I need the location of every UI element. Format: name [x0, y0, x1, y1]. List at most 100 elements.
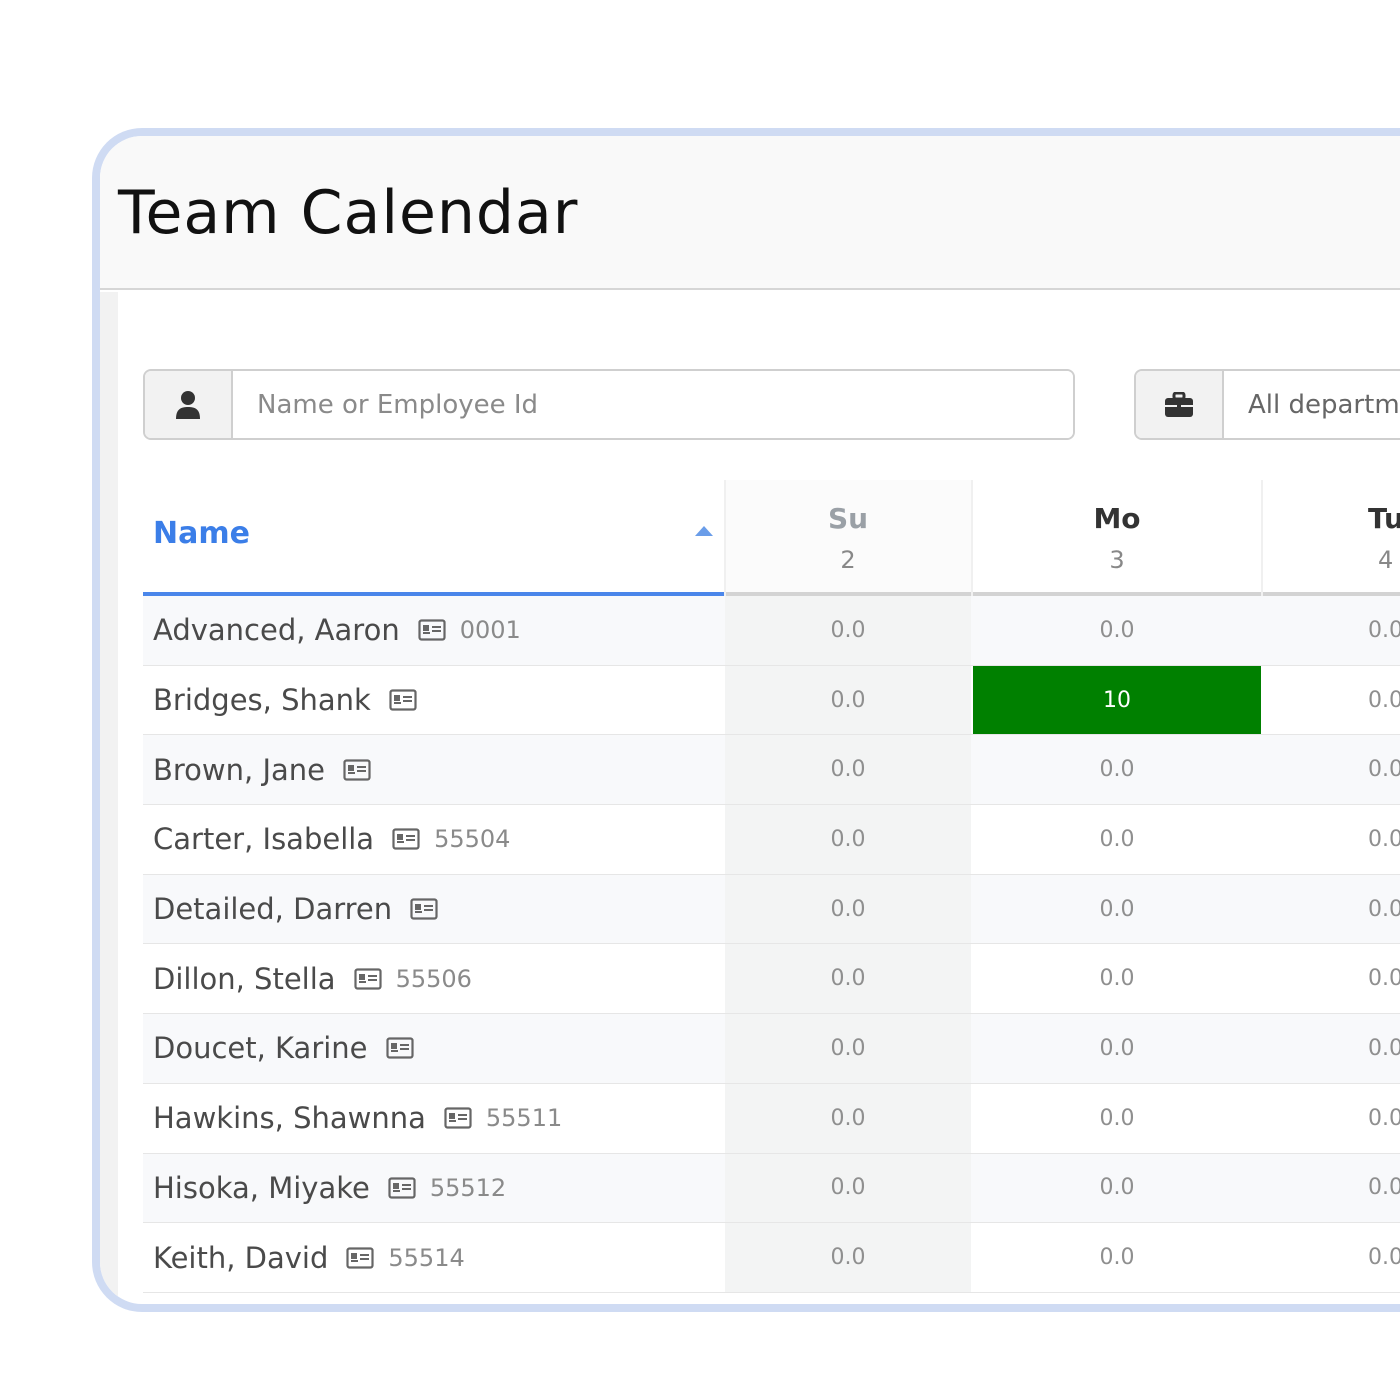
table-row[interactable]: Advanced, Aaron 0001 0.0 0.0 0.0: [143, 596, 1400, 666]
id-card-icon: [343, 759, 371, 781]
name-header-label: Name: [153, 516, 250, 551]
table-row[interactable]: Keith, David 55514 0.0 0.0 0.0: [143, 1223, 1400, 1293]
day-value-cell[interactable]: 0.0: [973, 735, 1261, 804]
employee-name[interactable]: Bridges, Shank: [153, 683, 371, 717]
name-column-header[interactable]: Name: [143, 480, 725, 596]
day-of-week: Mo: [1093, 502, 1141, 535]
employee-name[interactable]: Advanced, Aaron: [153, 613, 400, 647]
day-value-cell[interactable]: 0.0: [725, 1083, 971, 1153]
id-card-icon: [410, 898, 438, 920]
day-value-cell[interactable]: 0.0: [973, 805, 1261, 874]
id-card-icon: [418, 619, 446, 641]
id-card-icon: [385, 1037, 414, 1060]
day-value-cell[interactable]: 0.0: [725, 944, 971, 1014]
day-value-cell[interactable]: 0.0: [973, 1223, 1261, 1292]
employee-name[interactable]: Doucet, Karine: [153, 1031, 368, 1065]
employee-name-cell: Carter, Isabella 55504: [143, 805, 725, 874]
table-row[interactable]: Hawkins, Shawnna 55511 0.0 0.0 0.0: [143, 1083, 1400, 1154]
day-header-su: Su 2: [725, 480, 971, 596]
employee-name[interactable]: Carter, Isabella: [153, 822, 374, 856]
left-rail: [100, 292, 118, 1304]
user-icon: [145, 371, 233, 438]
sort-ascending-icon: [695, 526, 713, 536]
department-select[interactable]: All departm: [1134, 369, 1400, 440]
employee-name[interactable]: Brown, Jane: [153, 753, 325, 787]
day-value-cell[interactable]: 0.0: [725, 1014, 971, 1083]
employee-name[interactable]: Hawkins, Shawnna: [153, 1101, 426, 1135]
search-input[interactable]: [233, 371, 1073, 438]
day-value-cell[interactable]: 0.0: [973, 596, 1261, 665]
day-value-cell[interactable]: 0.0: [973, 1014, 1261, 1083]
column-divider: [971, 480, 973, 596]
calendar-table: Name Su 2 Mo 3 Tu 4 Advanced, Aaron 0001 0…: [143, 480, 1400, 1293]
day-value-cell[interactable]: 0.0: [1263, 1084, 1400, 1153]
day-value-cell[interactable]: 0.0: [725, 1153, 971, 1223]
table-header: Name Su 2 Mo 3 Tu 4: [143, 480, 1400, 596]
employee-id: 0001: [459, 616, 521, 645]
table-row[interactable]: Carter, Isabella 55504 0.0 0.0 0.0: [143, 805, 1400, 875]
day-value-cell[interactable]: 0.0: [1263, 1154, 1400, 1223]
day-number: 3: [1109, 546, 1125, 574]
team-calendar-card: Team Calendar All departm Name: [92, 128, 1400, 1312]
id-card-icon: [389, 689, 417, 711]
day-header-mo: Mo 3: [973, 480, 1261, 596]
day-value-cell[interactable]: 0.0: [1263, 805, 1400, 874]
day-value-cell[interactable]: 0.0: [1263, 666, 1400, 735]
search-group: [143, 369, 1075, 440]
day-value-cell[interactable]: 10: [973, 665, 1261, 735]
day-value-cell[interactable]: 0.0: [1263, 596, 1400, 665]
table-row[interactable]: Dillon, Stella 55506 0.0 0.0 0.0: [143, 944, 1400, 1015]
employee-name[interactable]: Detailed, Darren: [153, 892, 392, 926]
day-value-cell[interactable]: 0.0: [1263, 1014, 1400, 1083]
day-value-cell[interactable]: 0.0: [1263, 944, 1400, 1013]
day-value-cell[interactable]: 0.0: [725, 874, 971, 944]
page-title: Team Calendar: [118, 178, 579, 248]
employee-name[interactable]: Keith, David: [153, 1241, 328, 1275]
id-card-icon: [353, 968, 382, 990]
day-number: 4: [1378, 546, 1394, 574]
employee-id: 55506: [395, 964, 472, 993]
employee-id: 55512: [429, 1173, 507, 1202]
day-value-cell[interactable]: 0.0: [725, 1223, 971, 1292]
table-row[interactable]: Doucet, Karine 0.0 0.0 0.0: [143, 1014, 1400, 1084]
day-value-cell[interactable]: 0.0: [973, 1084, 1261, 1153]
table-body: Advanced, Aaron 0001 0.0 0.0 0.0 Bridges, Sha…: [143, 596, 1400, 1293]
day-value-cell[interactable]: 0.0: [1263, 735, 1400, 804]
day-number: 2: [840, 546, 856, 574]
employee-name-cell: Brown, Jane: [143, 735, 725, 804]
employee-name-cell: Advanced, Aaron 0001: [143, 596, 725, 665]
table-row[interactable]: Hisoka, Miyake 55512 0.0 0.0 0.0: [143, 1153, 1400, 1224]
day-value-cell[interactable]: 0.0: [973, 875, 1261, 944]
briefcase-icon: [1136, 371, 1224, 438]
employee-id: 55511: [485, 1104, 563, 1133]
day-value-cell[interactable]: 0.0: [725, 596, 971, 665]
employee-name[interactable]: Dillon, Stella: [153, 962, 336, 996]
day-value-cell[interactable]: 0.0: [1263, 875, 1400, 944]
day-value-cell[interactable]: 0.0: [725, 665, 971, 735]
table-row[interactable]: Brown, Jane 0.0 0.0 0.0: [143, 735, 1400, 806]
day-value-cell[interactable]: 0.0: [725, 735, 971, 805]
employee-name-cell: Doucet, Karine: [143, 1014, 725, 1083]
day-value-cell[interactable]: 0.0: [973, 944, 1261, 1013]
employee-name-cell: Dillon, Stella 55506: [143, 944, 725, 1013]
day-header-tu: Tu 4: [1263, 480, 1400, 596]
column-divider: [1261, 480, 1263, 596]
employee-id: 55514: [388, 1243, 465, 1272]
id-card-icon: [444, 1107, 472, 1129]
table-row[interactable]: Bridges, Shank 0.0 10 0.0: [143, 665, 1400, 736]
day-of-week: Su: [827, 502, 869, 535]
employee-id: 55504: [434, 825, 511, 854]
table-row[interactable]: Detailed, Darren 0.0 0.0 0.0: [143, 874, 1400, 945]
id-card-icon: [346, 1246, 374, 1269]
department-value: All departm: [1248, 389, 1400, 420]
employee-name[interactable]: Hisoka, Miyake: [153, 1171, 370, 1205]
id-card-icon: [388, 1177, 416, 1199]
day-value-cell[interactable]: 0.0: [973, 1154, 1261, 1223]
day-value-cell[interactable]: 0.0: [725, 805, 971, 874]
card-header: Team Calendar: [100, 136, 1400, 290]
day-value-cell[interactable]: 0.0: [1263, 1223, 1400, 1292]
column-divider: [724, 480, 726, 596]
employee-name-cell: Bridges, Shank: [143, 666, 725, 735]
employee-name-cell: Hawkins, Shawnna 55511: [143, 1084, 725, 1153]
employee-name-cell: Keith, David 55514: [143, 1223, 725, 1292]
